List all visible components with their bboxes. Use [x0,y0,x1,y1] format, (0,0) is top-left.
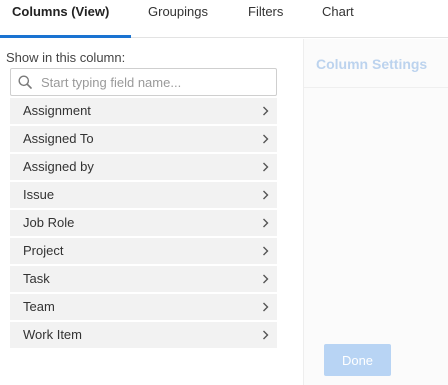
field-picker-panel: Show in this column: Assignment Assigned… [0,39,303,385]
field-item-issue[interactable]: Issue [10,182,277,208]
field-item-label: Issue [23,187,55,202]
chevron-right-icon [263,162,269,172]
field-list: Assignment Assigned To Assigned by Issue… [10,98,277,350]
done-button[interactable]: Done [324,344,391,376]
field-item-label: Assigned by [23,159,94,174]
field-item-assignment[interactable]: Assignment [10,98,277,124]
field-item-team[interactable]: Team [10,294,277,320]
field-item-job-role[interactable]: Job Role [10,210,277,236]
show-in-column-label: Show in this column: [6,50,126,65]
tab-columns-view[interactable]: Columns (View) [0,0,131,38]
field-item-label: Assignment [23,103,91,118]
chevron-right-icon [263,330,269,340]
tab-label: Filters [248,4,284,19]
field-item-assigned-to[interactable]: Assigned To [10,126,277,152]
tab-label: Columns (View) [12,4,110,19]
column-settings-title: Column Settings [316,56,428,72]
field-item-work-item[interactable]: Work Item [10,322,277,348]
field-item-task[interactable]: Task [10,266,277,292]
chevron-right-icon [263,218,269,228]
field-item-assigned-by[interactable]: Assigned by [10,154,277,180]
field-item-label: Assigned To [23,131,94,146]
field-item-label: Work Item [23,327,82,342]
tab-label: Groupings [148,4,208,19]
tab-label: Chart [322,4,354,19]
divider [304,87,448,88]
chevron-right-icon [263,274,269,284]
chevron-right-icon [263,246,269,256]
tab-chart[interactable]: Chart [322,0,354,37]
chevron-right-icon [263,190,269,200]
field-item-label: Task [23,271,50,286]
column-settings-panel: Column Settings Done [303,39,448,385]
chevron-right-icon [263,106,269,116]
search-icon [18,75,32,89]
chevron-right-icon [263,302,269,312]
field-search-box[interactable] [10,68,277,96]
field-item-project[interactable]: Project [10,238,277,264]
field-item-label: Team [23,299,55,314]
tab-bar: Columns (View) Groupings Filters Chart [0,0,448,38]
tab-groupings[interactable]: Groupings [148,0,208,37]
field-item-label: Job Role [23,215,75,230]
column-editor: Columns (View) Groupings Filters Chart S… [0,0,448,385]
tab-filters[interactable]: Filters [248,0,283,37]
field-item-label: Project [23,243,64,258]
field-search-input[interactable] [41,72,271,92]
chevron-right-icon [263,134,269,144]
